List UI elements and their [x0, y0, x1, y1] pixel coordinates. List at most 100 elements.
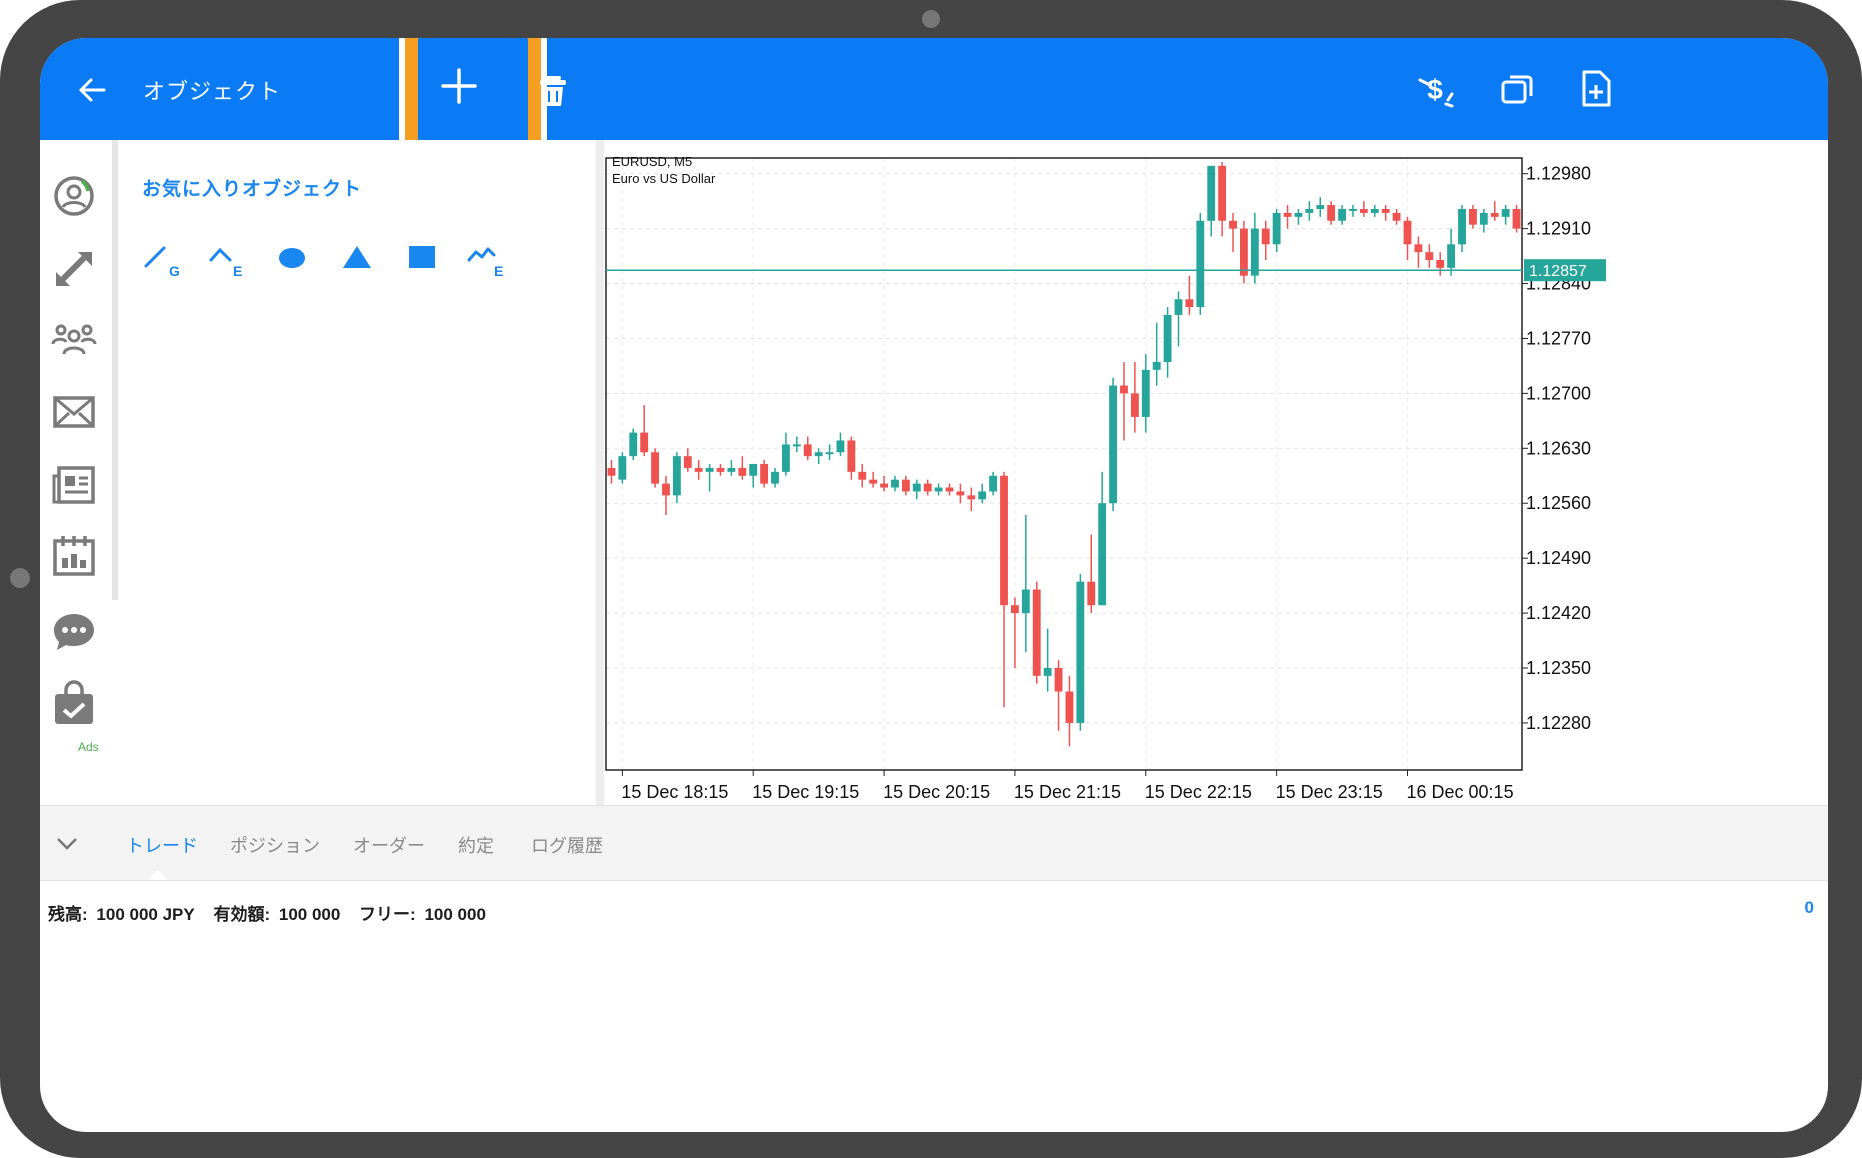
candle-body	[1338, 209, 1346, 221]
elliott-wave-tool-icon[interactable]: E	[465, 236, 509, 280]
top-app-bar: オブジェクト $	[40, 38, 1828, 160]
candle-body	[1458, 209, 1466, 245]
tab-trade[interactable]: トレード	[126, 832, 198, 858]
rectangle-tool-icon[interactable]	[400, 236, 444, 280]
candle-body	[1272, 212, 1281, 245]
candle-body	[1141, 369, 1150, 417]
free-margin-label: フリー:	[359, 905, 416, 924]
app-screen: オブジェクト $ Ads お気に入りオブジェクト G E E 1.12980 1…	[40, 38, 1828, 1132]
add-document-icon[interactable]	[1573, 66, 1619, 112]
candle	[1043, 628, 1052, 692]
candle	[782, 432, 790, 476]
tab-positions[interactable]: ポジション	[230, 832, 320, 858]
mail-icon[interactable]	[50, 388, 98, 436]
candle-body	[1447, 244, 1456, 268]
svg-text:G: G	[169, 263, 180, 279]
dollar-refresh-icon[interactable]: $	[1412, 66, 1458, 112]
triangle-tool-icon[interactable]	[335, 236, 379, 280]
candle	[662, 475, 670, 515]
ellipse-tool-icon[interactable]	[270, 236, 314, 280]
account-icon[interactable]	[50, 172, 98, 220]
community-icon[interactable]	[50, 316, 98, 364]
chart-description-label: Euro vs US Dollar	[612, 171, 716, 186]
y-tick-label: 1.12980	[1526, 164, 1591, 184]
candle-body	[1098, 503, 1107, 606]
candle	[1305, 201, 1314, 221]
candle	[738, 456, 747, 480]
candle	[1207, 165, 1216, 237]
chart-canvas[interactable]: 1.129801.129101.128401.127701.127001.126…	[600, 140, 1828, 815]
candle	[1414, 236, 1423, 268]
x-tick-label: 16 Dec 00:15	[1407, 782, 1514, 802]
candle-body	[618, 456, 627, 480]
candle	[640, 405, 649, 457]
candle-body	[847, 440, 856, 472]
trendline-tool-icon[interactable]: G	[140, 236, 184, 280]
candle-body	[629, 432, 638, 457]
candle	[716, 464, 725, 476]
y-tick-label: 1.12560	[1526, 493, 1591, 513]
candle	[901, 475, 910, 496]
candle	[1120, 362, 1128, 441]
candle-body	[1240, 228, 1248, 276]
market-bag-icon[interactable]	[50, 680, 98, 728]
candle-body	[1370, 209, 1379, 213]
equidistant-channel-tool-icon[interactable]: E	[205, 236, 249, 280]
chat-icon[interactable]	[50, 608, 98, 656]
candle	[1447, 228, 1456, 276]
trade-arrows-icon[interactable]	[50, 244, 98, 292]
news-icon[interactable]	[50, 460, 98, 508]
candle	[1229, 212, 1237, 253]
candle-body	[738, 467, 747, 476]
trash-icon[interactable]	[536, 74, 570, 108]
candle	[1152, 322, 1161, 386]
candle	[1338, 205, 1346, 225]
candle	[858, 464, 867, 488]
x-tick-label: 15 Dec 21:15	[1014, 782, 1121, 802]
candle	[934, 483, 943, 496]
x-tick-label: 15 Dec 18:15	[621, 782, 728, 802]
favorite-objects-title: お気に入りオブジェクト	[142, 179, 363, 200]
candle-body	[1250, 228, 1259, 276]
candle-body	[760, 464, 769, 484]
candle	[1163, 307, 1172, 378]
x-tick-label: 15 Dec 22:15	[1145, 782, 1252, 802]
candle-body	[1469, 209, 1477, 225]
candle-body	[1207, 165, 1216, 221]
windows-icon[interactable]	[1494, 66, 1540, 112]
back-arrow-icon[interactable]	[70, 68, 114, 112]
candle	[629, 428, 638, 461]
candle	[1283, 205, 1292, 229]
candle	[727, 460, 736, 476]
candle	[760, 460, 769, 488]
navigation-rail: Ads	[40, 140, 118, 810]
candle-body	[705, 467, 714, 472]
tab-orders[interactable]: オーダー	[353, 832, 425, 858]
candle	[912, 479, 921, 500]
svg-text:E: E	[233, 263, 242, 279]
y-tick-label: 1.12350	[1526, 658, 1591, 678]
candle	[1087, 534, 1096, 614]
calendar-icon[interactable]	[50, 532, 98, 580]
candle	[891, 475, 899, 492]
candle-body	[858, 471, 867, 480]
y-tick-label: 1.12490	[1526, 548, 1591, 568]
candle	[1130, 362, 1139, 433]
tab-deals[interactable]: 約定	[458, 832, 494, 858]
candle-body	[1196, 220, 1205, 308]
candle-body	[1076, 581, 1085, 723]
candle-body	[1512, 209, 1521, 229]
candle-body	[716, 467, 725, 472]
candle-body	[1130, 393, 1139, 417]
candle-body	[782, 444, 790, 472]
current-price-label: 1.12857	[1529, 263, 1587, 280]
candle	[1185, 275, 1194, 315]
chevron-down-icon[interactable]	[52, 828, 82, 858]
ads-label: Ads	[78, 740, 99, 754]
candle-body	[1054, 668, 1063, 692]
price-chart[interactable]: 1.12980 1.12910 1.12840 1.12770 1.12700 1.126…	[600, 140, 1828, 815]
tab-journal[interactable]: ログ履歴	[531, 832, 603, 858]
candle-body	[1109, 385, 1117, 504]
candle	[1021, 515, 1030, 653]
candle	[1458, 205, 1466, 253]
